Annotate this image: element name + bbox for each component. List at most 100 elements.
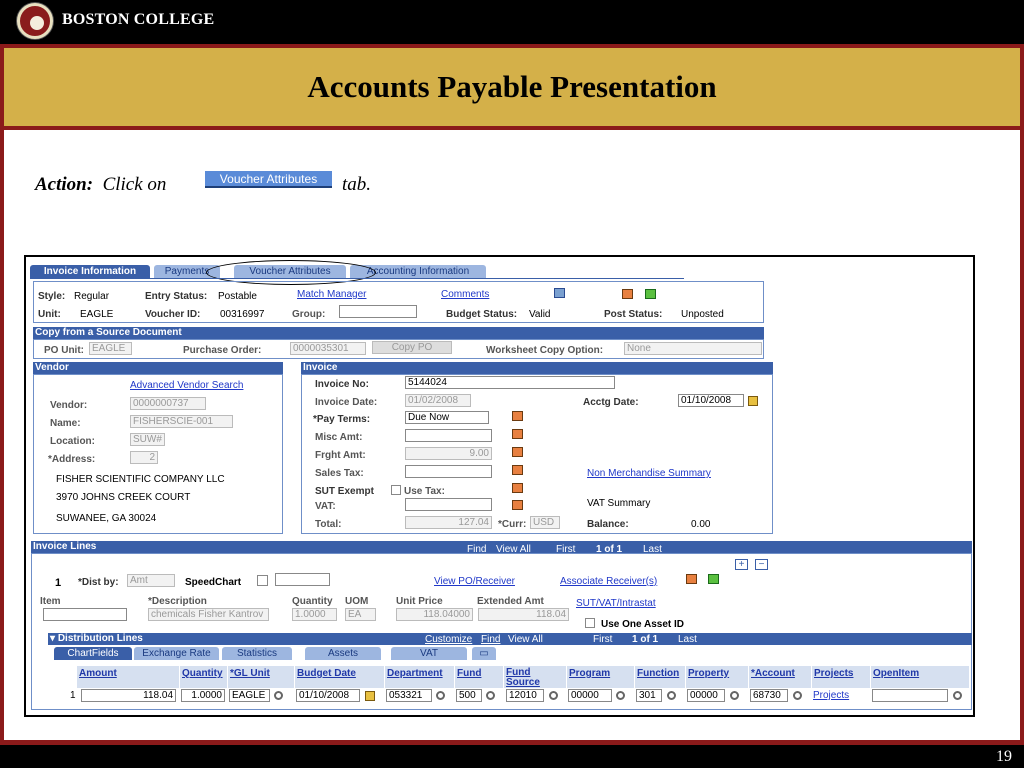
dist-last-link[interactable]: Last <box>678 634 697 645</box>
tab-assets[interactable]: Assets <box>305 647 381 660</box>
account-lookup-icon[interactable] <box>793 691 802 700</box>
comments-link[interactable]: Comments <box>441 289 489 300</box>
pay-terms-select[interactable]: Due Now <box>405 411 489 424</box>
sales-tax-input[interactable] <box>405 465 492 478</box>
add-row-icon[interactable]: + <box>735 559 748 570</box>
tab-vat[interactable]: VAT <box>391 647 467 660</box>
col-fund-source[interactable]: Fund Source <box>504 666 566 688</box>
col-gl-unit[interactable]: *GL Unit <box>228 666 294 688</box>
voucher-attributes-tab-sample[interactable]: Voucher Attributes <box>205 171 332 188</box>
col-fund[interactable]: Fund <box>455 666 503 688</box>
col-quantity[interactable]: Quantity <box>180 666 227 688</box>
one-asset-checkbox[interactable] <box>585 618 595 628</box>
match-manager-link[interactable]: Match Manager <box>297 289 366 300</box>
col-function[interactable]: Function <box>635 666 685 688</box>
openitem-lookup-icon[interactable] <box>953 691 962 700</box>
speedchart-input[interactable] <box>275 573 330 586</box>
vendor-id-input[interactable]: 0000000737 <box>130 397 206 410</box>
vendor-name-input[interactable]: FISHERSCIE-001 <box>130 415 233 428</box>
col-projects[interactable]: Projects <box>812 666 870 688</box>
total-input[interactable]: 127.04 <box>405 516 492 529</box>
dist-amount-input[interactable]: 118.04 <box>81 689 176 702</box>
col-department[interactable]: Department <box>385 666 454 688</box>
budget-date-calendar-icon[interactable] <box>365 691 375 701</box>
calendar-icon[interactable] <box>748 396 758 406</box>
dist-by-select[interactable]: Amt <box>127 574 175 587</box>
schedule-icon-5[interactable] <box>512 483 523 493</box>
misc-amt-input[interactable] <box>405 429 492 442</box>
line-worksheet-icon[interactable] <box>686 574 697 584</box>
schedule-icon-1[interactable] <box>512 411 523 421</box>
tab-chartfields[interactable]: ChartFields <box>54 647 132 660</box>
worksheet-icon[interactable] <box>622 289 633 299</box>
refresh-icon[interactable] <box>645 289 656 299</box>
schedule-icon-2[interactable] <box>512 429 523 439</box>
invoice-date-input[interactable]: 01/02/2008 <box>405 394 471 407</box>
property-lookup-icon[interactable] <box>730 691 739 700</box>
col-amount[interactable]: Amount <box>77 666 179 688</box>
fund-lookup-icon[interactable] <box>486 691 495 700</box>
non-merchandise-summary-link[interactable]: Non Merchandise Summary <box>587 468 711 479</box>
dist-budget-date-input[interactable]: 01/10/2008 <box>296 689 360 702</box>
quantity-input[interactable]: 1.0000 <box>292 608 337 621</box>
dist-view-all-link[interactable]: View All <box>508 634 543 645</box>
col-program[interactable]: Program <box>567 666 634 688</box>
unit-price-input[interactable]: 118.04000 <box>396 608 473 621</box>
speedchart-checkbox[interactable] <box>257 575 268 586</box>
tab-exchange-rate[interactable]: Exchange Rate <box>134 647 219 660</box>
dist-find-link[interactable]: Find <box>481 634 500 645</box>
col-openitem[interactable]: OpenItem <box>871 666 969 688</box>
col-property[interactable]: Property <box>686 666 748 688</box>
extended-amt-input[interactable]: 118.04 <box>478 608 569 621</box>
advanced-vendor-search-link[interactable]: Advanced Vendor Search <box>130 380 243 391</box>
tab-statistics[interactable]: Statistics <box>222 647 292 660</box>
uom-input[interactable]: EA <box>345 608 376 621</box>
acctg-date-input[interactable]: 01/10/2008 <box>678 394 744 407</box>
description-input[interactable]: chemicals Fisher Kantrov <box>148 608 269 621</box>
col-budget-date[interactable]: Budget Date <box>295 666 384 688</box>
associate-receivers-link[interactable]: Associate Receiver(s) <box>560 576 657 587</box>
purchase-order-input[interactable]: 0000035301 <box>290 342 366 355</box>
dist-projects-link[interactable]: Projects <box>813 690 849 701</box>
worksheet-option-select[interactable]: None <box>624 342 762 355</box>
schedule-icon-4[interactable] <box>512 465 523 475</box>
dist-function-input[interactable]: 301 <box>636 689 662 702</box>
match-icon[interactable] <box>554 288 565 298</box>
item-input[interactable] <box>43 608 127 621</box>
schedule-icon-3[interactable] <box>512 447 523 457</box>
tab-invoice-information[interactable]: Invoice Information <box>30 265 150 279</box>
dist-fund-source-input[interactable]: 12010 <box>506 689 544 702</box>
dist-openitem-input[interactable] <box>872 689 948 702</box>
delete-row-icon[interactable]: − <box>755 559 768 570</box>
freight-amt-input[interactable]: 9.00 <box>405 447 492 460</box>
dist-department-input[interactable]: 053321 <box>386 689 432 702</box>
col-account[interactable]: *Account <box>749 666 811 688</box>
currency-input[interactable]: USD <box>530 516 560 529</box>
dist-first-link[interactable]: First <box>593 634 612 645</box>
department-lookup-icon[interactable] <box>436 691 445 700</box>
location-input[interactable]: SUW# <box>130 433 165 446</box>
sut-vat-intrastat-link[interactable]: SUT/VAT/Intrastat <box>576 598 656 609</box>
vat-input[interactable] <box>405 498 492 511</box>
gl-unit-lookup-icon[interactable] <box>274 691 283 700</box>
fund-source-lookup-icon[interactable] <box>549 691 558 700</box>
group-input[interactable] <box>339 305 417 318</box>
sut-exempt-checkbox[interactable] <box>391 485 401 495</box>
po-unit-input[interactable]: EAGLE <box>89 342 132 355</box>
function-lookup-icon[interactable] <box>667 691 676 700</box>
view-po-receiver-link[interactable]: View PO/Receiver <box>434 576 515 587</box>
copy-po-button[interactable]: Copy PO <box>372 341 452 354</box>
schedule-icon-6[interactable] <box>512 500 523 510</box>
dist-program-input[interactable]: 00000 <box>568 689 612 702</box>
address-input[interactable]: 2 <box>130 451 158 464</box>
invoice-no-input[interactable]: 5144024 <box>405 376 615 389</box>
dist-fund-input[interactable]: 500 <box>456 689 482 702</box>
dist-account-input[interactable]: 68730 <box>750 689 788 702</box>
line-refresh-icon[interactable] <box>708 574 719 584</box>
dist-property-input[interactable]: 00000 <box>687 689 725 702</box>
dist-quantity-input[interactable]: 1.0000 <box>181 689 225 702</box>
customize-link[interactable]: Customize <box>425 634 472 645</box>
show-all-columns-icon[interactable]: ▭ <box>472 647 496 660</box>
dist-gl-unit-input[interactable]: EAGLE <box>229 689 270 702</box>
program-lookup-icon[interactable] <box>616 691 625 700</box>
